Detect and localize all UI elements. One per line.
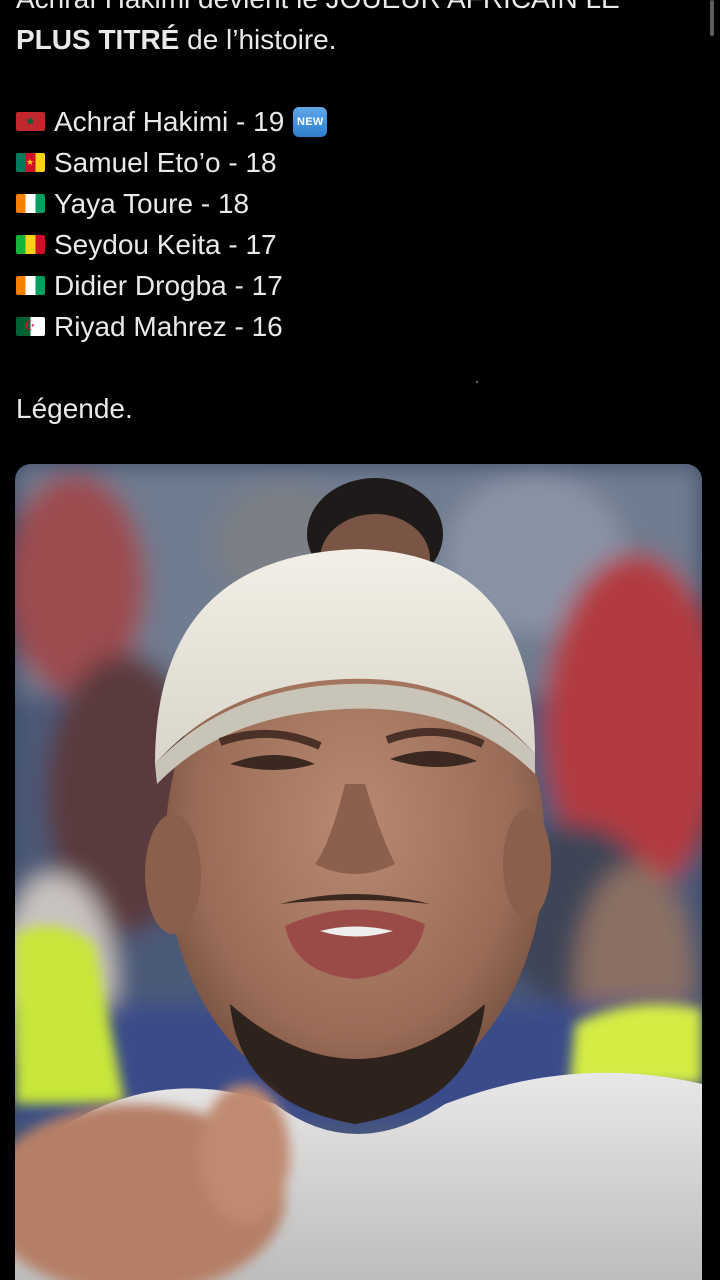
tweet-line-1: Achraf Hakimi devient le JOUEUR AFRICAIN… [16, 0, 696, 19]
tweet-line-2: PLUS TITRÉ de l’histoire. [16, 19, 696, 60]
algeria-flag-icon [16, 317, 45, 336]
ranking-text: Didier Drogba - 17 [54, 270, 283, 301]
tweet-top-line: Achraf Hakimi devient le JOUEUR AFRICAIN… [16, 0, 620, 14]
ranking-row: Didier Drogba - 17 [16, 265, 696, 306]
ranking-row: Seydou Keita - 17 [16, 224, 696, 265]
ivory-coast-flag-icon [16, 276, 45, 295]
video-frame-illustration [15, 464, 702, 1280]
scrollbar[interactable] [710, 0, 714, 36]
tweet-closing: Légende. [16, 393, 133, 424]
tweet-closing-line: Légende. [16, 388, 696, 429]
ranking-text: Achraf Hakimi - 19 [54, 106, 285, 137]
ranking-row: Samuel Eto’o - 18 [16, 142, 696, 183]
cameroon-flag-icon [16, 153, 45, 172]
morocco-flag-icon [16, 112, 45, 131]
tweet-bold-phrase: PLUS TITRÉ [16, 24, 180, 55]
ivory-coast-flag-icon [16, 194, 45, 213]
ranking-text: Yaya Toure - 18 [54, 188, 250, 219]
ranking-text: Riyad Mahrez - 16 [54, 311, 283, 342]
video-media[interactable] [15, 464, 702, 1280]
ranking-row: Achraf Hakimi - 19 NEW [16, 101, 696, 142]
ranking-row: Riyad Mahrez - 16 [16, 306, 696, 347]
mali-flag-icon [16, 235, 45, 254]
new-badge-icon: NEW [293, 106, 328, 137]
ranking-text: Samuel Eto’o - 18 [54, 147, 277, 178]
tweet-text: Achraf Hakimi devient le JOUEUR AFRICAIN… [16, 0, 696, 429]
decorative-dot [476, 381, 478, 383]
ranking-row: Yaya Toure - 18 [16, 183, 696, 224]
tweet-line-2-rest: de l’histoire. [179, 24, 337, 55]
ranking-text: Seydou Keita - 17 [54, 229, 277, 260]
